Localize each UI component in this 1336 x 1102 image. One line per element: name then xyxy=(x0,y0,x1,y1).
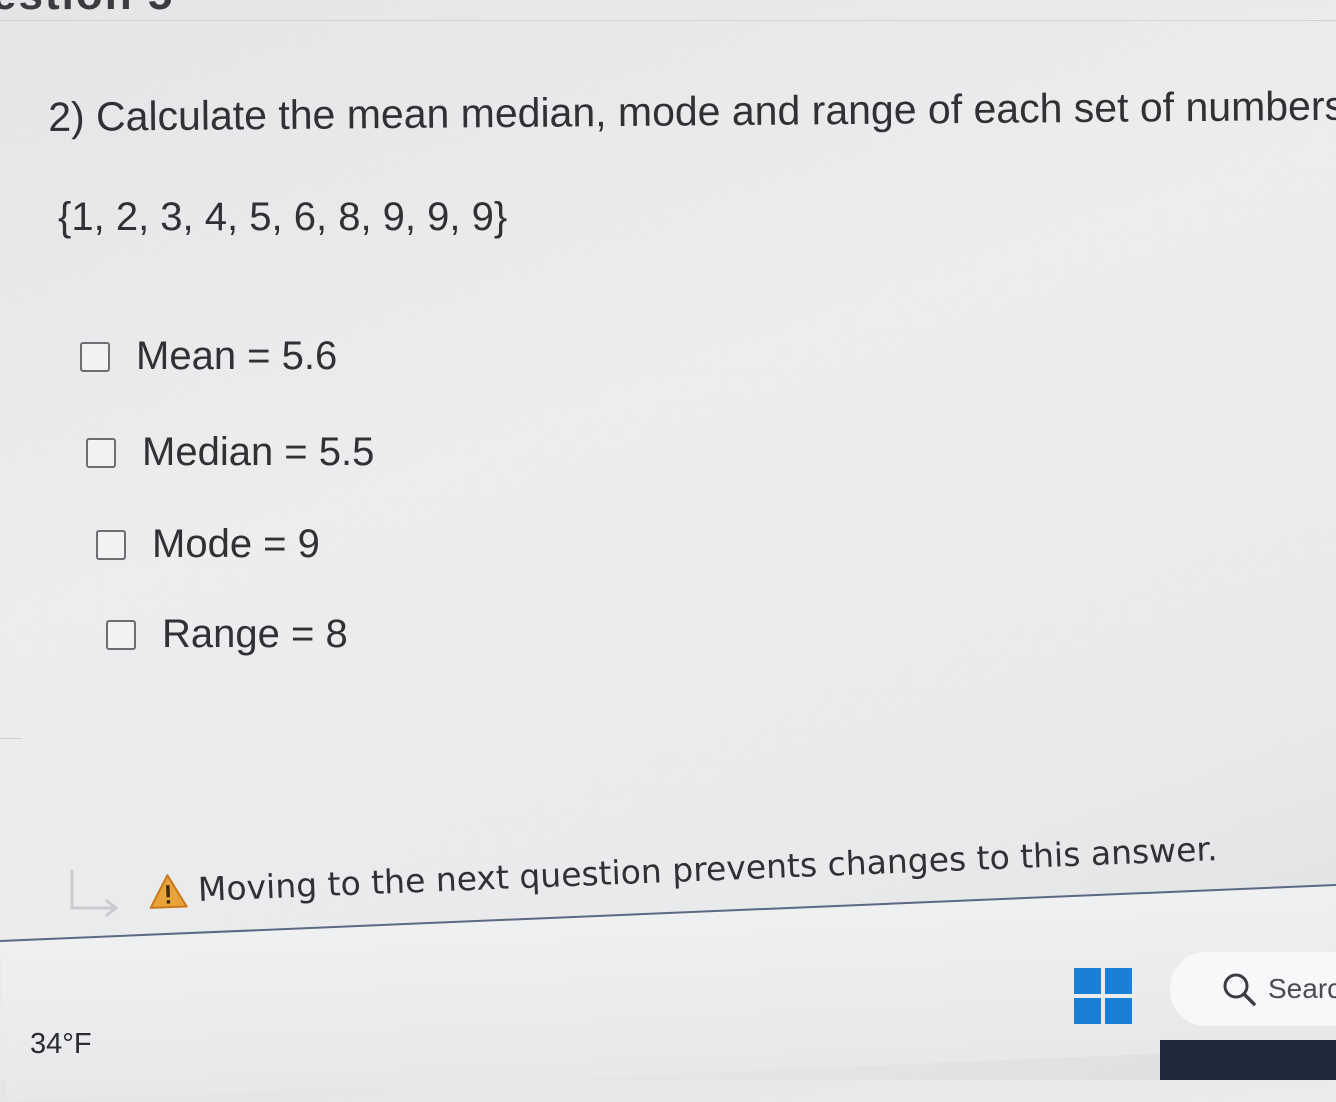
option-median-label: Median = 5.5 xyxy=(142,430,375,474)
side-divider xyxy=(0,738,22,739)
median-checkbox[interactable] xyxy=(86,437,116,468)
question-title: 2) Calculate the mean median, mode and r… xyxy=(48,82,1336,140)
option-mean[interactable]: Mean = 5.6 xyxy=(80,334,337,379)
option-range-label: Range = 8 xyxy=(162,612,348,656)
mean-checkbox[interactable] xyxy=(80,341,110,372)
option-mode-label: Mode = 9 xyxy=(152,522,320,566)
weather-temperature[interactable]: 34°F xyxy=(30,1028,92,1061)
number-set: {1, 2, 3, 4, 5, 6, 8, 9, 9, 9} xyxy=(58,195,508,239)
section-header-fragment: estion 5 xyxy=(0,0,1336,18)
windows-start-icon[interactable] xyxy=(1074,968,1134,1026)
taskbar-search[interactable]: Search xyxy=(1170,952,1336,1026)
taskbar xyxy=(0,881,1336,1102)
search-label: Search xyxy=(1268,973,1336,1004)
taskbar-edge xyxy=(1160,1040,1336,1080)
option-range[interactable]: Range = 8 xyxy=(106,612,348,657)
option-mode[interactable]: Mode = 9 xyxy=(96,522,320,567)
mode-checkbox[interactable] xyxy=(96,529,126,560)
option-mean-label: Mean = 5.6 xyxy=(136,334,338,378)
option-median[interactable]: Median = 5.5 xyxy=(86,430,374,475)
range-checkbox[interactable] xyxy=(106,619,136,650)
section-header-text: estion 5 xyxy=(0,0,174,18)
warning-triangle-icon xyxy=(149,873,188,909)
search-icon xyxy=(1223,973,1256,1006)
corner-arrow-icon xyxy=(70,870,119,918)
header-divider xyxy=(0,20,1336,21)
